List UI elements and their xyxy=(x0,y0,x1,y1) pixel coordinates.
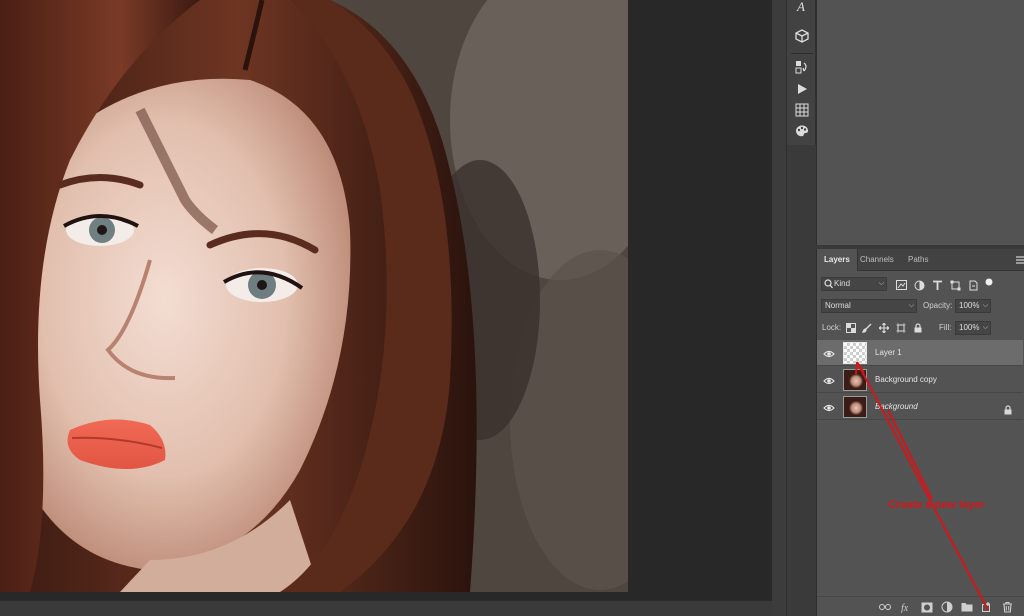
collapsed-panel-strip: A xyxy=(786,0,816,145)
delete-layer-icon[interactable] xyxy=(1001,601,1013,613)
palette-icon[interactable] xyxy=(794,123,810,139)
opacity-value: 100% xyxy=(959,301,980,310)
history-icon[interactable] xyxy=(794,59,810,75)
link-layers-icon[interactable] xyxy=(879,601,891,613)
status-bar xyxy=(0,600,772,616)
chevron-down-icon: ⌵ xyxy=(878,280,884,287)
strip-separator xyxy=(791,53,813,54)
layer-row-background[interactable]: Background xyxy=(817,394,1023,420)
layer-thumbnail xyxy=(843,342,867,364)
fill-label: Fill: xyxy=(939,323,952,332)
opacity-field[interactable]: 100% ⌵ xyxy=(955,299,991,313)
chevron-down-icon: ⌵ xyxy=(908,302,914,309)
layer-thumbnail xyxy=(843,396,867,418)
character-icon[interactable]: A xyxy=(794,0,810,14)
filter-kind-select[interactable]: Kind ⌵ xyxy=(821,277,887,291)
search-icon xyxy=(824,279,833,293)
blend-mode-value: Normal xyxy=(825,301,851,310)
eye-icon[interactable] xyxy=(823,347,835,359)
eye-icon[interactable] xyxy=(823,401,835,413)
lock-artboard-icon[interactable] xyxy=(895,322,907,334)
layer-row-layer-1[interactable]: Layer 1 xyxy=(817,340,1023,366)
panel-tab-bar: Layers Channels Paths xyxy=(817,249,1024,271)
filter-kind-label: Kind xyxy=(834,279,851,288)
lock-position-icon[interactable] xyxy=(878,322,890,334)
chevron-down-icon[interactable]: ⌵ xyxy=(983,300,988,312)
grid-icon[interactable] xyxy=(794,102,810,118)
chevron-down-icon[interactable]: ⌵ xyxy=(983,322,988,334)
lock-image-pixels-icon[interactable] xyxy=(861,322,873,334)
svg-text:fx: fx xyxy=(901,603,909,613)
play-actions-icon[interactable] xyxy=(794,81,810,97)
portrait-photo[interactable] xyxy=(0,0,628,592)
layer-list: Layer 1 Background copy Background xyxy=(817,340,1024,425)
lock-all-icon[interactable] xyxy=(912,322,924,334)
adjustment-layer-icon[interactable] xyxy=(941,601,953,613)
add-mask-icon[interactable] xyxy=(921,601,933,613)
panel-gutter xyxy=(772,0,786,616)
strip-empty-area xyxy=(786,145,816,616)
opacity-label: Opacity: xyxy=(923,301,953,310)
layer-name[interactable]: Background xyxy=(875,394,918,420)
document-canvas-area[interactable] xyxy=(0,0,772,600)
layer-name[interactable]: Background copy xyxy=(875,367,937,393)
type-filter-icon[interactable] xyxy=(931,279,943,291)
eye-icon[interactable] xyxy=(823,374,835,386)
lock-icon[interactable] xyxy=(1003,402,1013,415)
blend-mode-select[interactable]: Normal ⌵ xyxy=(821,299,917,313)
tab-paths[interactable]: Paths xyxy=(901,249,935,271)
filter-toggle-icon[interactable] xyxy=(983,276,995,288)
pixel-filter-icon[interactable] xyxy=(895,279,907,291)
tab-layers[interactable]: Layers xyxy=(817,249,858,271)
layer-name[interactable]: Layer 1 xyxy=(875,340,902,366)
adjustment-filter-icon[interactable] xyxy=(913,279,925,291)
smart-object-filter-icon[interactable] xyxy=(967,279,979,291)
panel-menu-icon[interactable] xyxy=(1015,254,1024,266)
lock-transparent-pixels-icon[interactable] xyxy=(845,322,857,334)
layers-bottom-bar: fx xyxy=(817,596,1024,616)
annotation-label: Create a new layer xyxy=(888,499,985,511)
upper-panel xyxy=(816,0,1024,245)
lock-label: Lock: xyxy=(822,323,842,332)
portrait-illustration xyxy=(0,0,628,592)
layer-thumbnail xyxy=(843,369,867,391)
new-layer-icon[interactable] xyxy=(981,601,993,613)
3d-cube-icon[interactable] xyxy=(794,28,810,44)
layers-panel: Layers Channels Paths Kind ⌵ Normal ⌵ Op… xyxy=(816,249,1024,616)
layer-row-background-copy[interactable]: Background copy xyxy=(817,367,1023,393)
fx-icon[interactable]: fx xyxy=(901,601,913,613)
svg-text:A: A xyxy=(796,0,805,13)
fill-value: 100% xyxy=(959,323,980,332)
fill-field[interactable]: 100% ⌵ xyxy=(955,321,991,335)
tab-channels[interactable]: Channels xyxy=(853,249,901,271)
shape-filter-icon[interactable] xyxy=(949,279,961,291)
new-group-icon[interactable] xyxy=(961,601,973,613)
